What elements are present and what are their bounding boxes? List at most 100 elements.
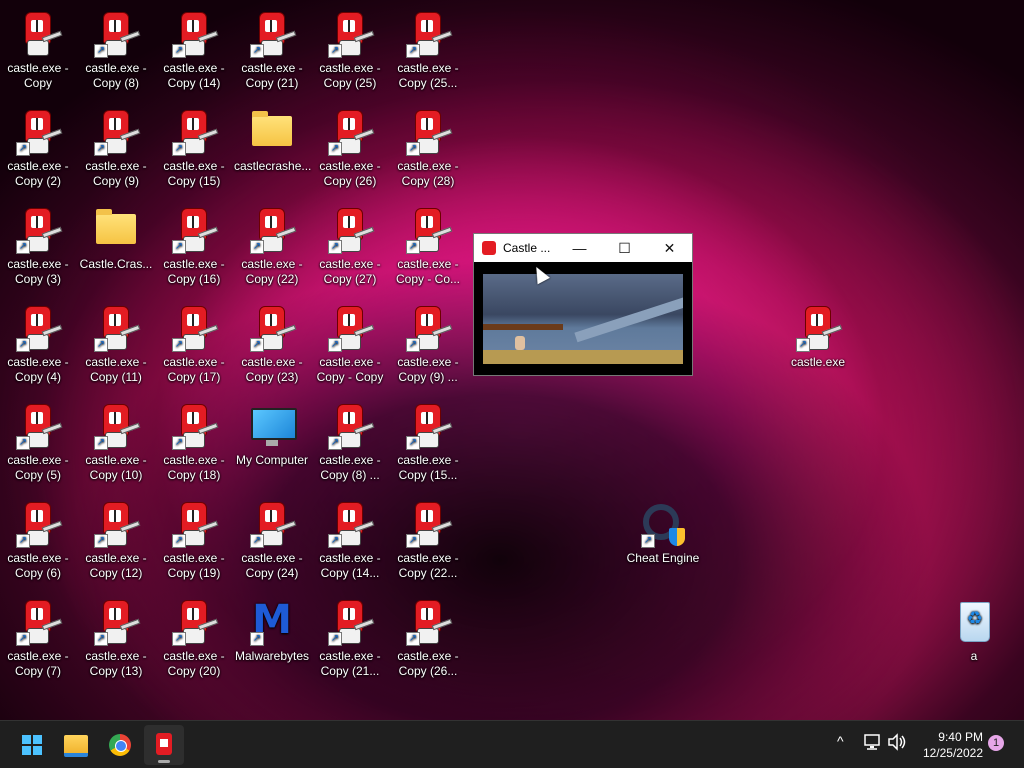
desktop-icon-castle[interactable]: ↗ castle.exe - Copy (9) <box>78 102 154 189</box>
desktop-icon-castle[interactable]: ↗ castle.exe - Copy (17) <box>156 298 232 385</box>
castle-knight-icon: ↗ <box>404 10 453 58</box>
desktop-icon-castle[interactable]: ↗ castle.exe - Copy (25) <box>312 4 388 91</box>
volume-icon[interactable] <box>887 733 907 756</box>
desktop-icon-castle[interactable]: ↗ castle.exe - Copy (13) <box>78 592 154 679</box>
desktop-icon-castle[interactable]: ↗ castle.exe - Copy (26... <box>390 592 466 679</box>
show-hidden-icons-chevron-icon[interactable]: ^ <box>837 733 844 749</box>
clock[interactable]: 9:40 PM 12/25/2022 <box>905 729 983 761</box>
desktop-icon-label: castle.exe - Copy (20) <box>163 649 225 678</box>
desktop-icon-castle[interactable]: ↗ castle.exe - Copy (14... <box>312 494 388 581</box>
castle-knight-icon: ↗ <box>92 402 141 450</box>
desktop-icon-label: castle.exe - Copy (23) <box>241 355 303 384</box>
desktop-icon-castle[interactable]: ↗ castle.exe - Copy (24) <box>234 494 310 581</box>
castle-knight-icon: ↗ <box>248 206 297 254</box>
folder-icon <box>92 206 140 254</box>
desktop-icon-castle[interactable]: ↗ castle.exe - Copy (19) <box>156 494 232 581</box>
desktop-icon-label: castle.exe - Copy (10) <box>85 453 147 482</box>
desktop-icon-label: castle.exe - Copy (28) <box>397 159 459 188</box>
castle-knight-icon: ↗ <box>170 402 219 450</box>
castle-knight-icon: ↗ <box>326 304 375 352</box>
desktop-icon-castle[interactable]: ↗ castle.exe - Copy (25... <box>390 4 466 91</box>
castle-knight-icon: ↗ <box>404 402 453 450</box>
desktop-icon-folder[interactable]: castlecrashe... <box>234 102 311 174</box>
minimize-button[interactable]: — <box>557 240 602 256</box>
desktop-icon-castle[interactable]: ↗ castle.exe - Copy (15) <box>156 102 232 189</box>
desktop-icon-castle[interactable]: ↗ castle.exe - Copy - Copy <box>312 298 388 385</box>
desktop-icon-castle[interactable]: ↗ castle.exe - Copy - Co... <box>390 200 466 287</box>
chrome-button[interactable] <box>100 725 140 765</box>
desktop-icon-castle[interactable]: ↗ castle.exe - Copy (18) <box>156 396 232 483</box>
shortcut-arrow-icon: ↗ <box>16 632 30 646</box>
desktop-icon-castle[interactable]: ↗ castle.exe - Copy (21) <box>234 4 310 91</box>
castle-knight-icon: ↗ <box>170 206 219 254</box>
desktop-icon-castle[interactable]: ↗ castle.exe - Copy (14) <box>156 4 232 91</box>
desktop-icon-label: Malwarebytes <box>234 649 310 663</box>
desktop-icon-castle[interactable]: ↗ castle.exe - Copy (2) <box>0 102 76 189</box>
notification-badge[interactable]: 1 <box>988 735 1004 751</box>
desktop-icon-malwarebytes[interactable]: M ↗ Malwarebytes <box>234 592 310 664</box>
shortcut-arrow-icon: ↗ <box>406 240 420 254</box>
desktop-icon-castle[interactable]: ↗ castle.exe - Copy (26) <box>312 102 388 189</box>
castle-knight-icon: ↗ <box>326 402 375 450</box>
desktop-icon-folder[interactable]: Castle.Cras... <box>78 200 154 272</box>
shortcut-arrow-icon: ↗ <box>94 44 108 58</box>
castle-knight-icon: ↗ <box>404 206 453 254</box>
shortcut-arrow-icon: ↗ <box>94 534 108 548</box>
desktop-icon-castle[interactable]: ↗ castle.exe - Copy (11) <box>78 298 154 385</box>
desktop-icon-bin[interactable]: ♻ a <box>936 592 1012 664</box>
desktop-icon-castle[interactable]: ↗ castle.exe - Copy (7) <box>0 592 76 679</box>
desktop-icon-label: castle.exe - Copy (17) <box>163 355 225 384</box>
desktop-icon-castle[interactable]: castle.exe - Copy <box>0 4 76 91</box>
castle-game-window[interactable]: Castle ... — ☐ ✕ <box>473 233 693 376</box>
desktop-icon-castle[interactable]: ↗ castle.exe - Copy (22... <box>390 494 466 581</box>
desktop-icon-castle[interactable]: ↗ castle.exe - Copy (23) <box>234 298 310 385</box>
desktop-icon-label: castle.exe - Copy (13) <box>85 649 147 678</box>
castle-knight-icon: ↗ <box>170 598 219 646</box>
desktop-icon-label: castle.exe - Copy (8) ... <box>319 453 381 482</box>
desktop-icon-castle[interactable]: ↗ castle.exe - Copy (6) <box>0 494 76 581</box>
desktop-icon-label: castle.exe - Copy (22... <box>397 551 459 580</box>
castle-knight-icon <box>156 733 172 755</box>
window-title: Castle ... <box>503 241 551 255</box>
desktop-icon-castle[interactable]: ↗ castle.exe - Copy (20) <box>156 592 232 679</box>
desktop-icon-castle[interactable]: ↗ castle.exe - Copy (16) <box>156 200 232 287</box>
desktop-icon-castle[interactable]: ↗ castle.exe - Copy (10) <box>78 396 154 483</box>
shortcut-arrow-icon: ↗ <box>328 142 342 156</box>
network-icon[interactable] <box>862 733 882 756</box>
castle-knight-icon: ↗ <box>92 10 141 58</box>
castle-knight-icon: ↗ <box>326 206 375 254</box>
desktop-icon-castle[interactable]: ↗ castle.exe - Copy (8) ... <box>312 396 388 483</box>
castle-knight-icon: ↗ <box>14 500 63 548</box>
desktop-icon-castle[interactable]: ↗ castle.exe - Copy (27) <box>312 200 388 287</box>
castle-taskbar-button[interactable] <box>144 725 184 765</box>
desktop-icon-castle[interactable]: ↗ castle.exe - Copy (22) <box>234 200 310 287</box>
desktop-icon-label: castle.exe - Copy - Co... <box>395 257 461 286</box>
desktop-icon-castle[interactable]: ↗ castle.exe <box>780 298 856 370</box>
malwarebytes-icon: M ↗ <box>248 598 296 646</box>
shortcut-arrow-icon: ↗ <box>250 44 264 58</box>
desktop-icon-castle[interactable]: ↗ castle.exe - Copy (12) <box>78 494 154 581</box>
file-explorer-button[interactable] <box>56 725 96 765</box>
castle-knight-icon: ↗ <box>170 304 219 352</box>
desktop-icon-castle[interactable]: ↗ castle.exe - Copy (4) <box>0 298 76 385</box>
start-button[interactable] <box>12 725 52 765</box>
desktop-icon-label: castle.exe - Copy (25... <box>397 61 459 90</box>
desktop-icon-castle[interactable]: ↗ castle.exe - Copy (15... <box>390 396 466 483</box>
desktop-icon-castle[interactable]: ↗ castle.exe - Copy (9) ... <box>390 298 466 385</box>
desktop-icon-castle[interactable]: ↗ castle.exe - Copy (28) <box>390 102 466 189</box>
desktop-icon-castle[interactable]: ↗ castle.exe - Copy (5) <box>0 396 76 483</box>
maximize-button[interactable]: ☐ <box>602 240 647 257</box>
castle-knight-icon: ↗ <box>92 108 141 156</box>
castle-knight-icon: ↗ <box>170 10 219 58</box>
close-button[interactable]: ✕ <box>647 240 692 257</box>
shortcut-arrow-icon: ↗ <box>172 436 186 450</box>
shortcut-arrow-icon: ↗ <box>16 436 30 450</box>
window-titlebar[interactable]: Castle ... — ☐ ✕ <box>474 234 692 262</box>
desktop-icon-castle[interactable]: ↗ castle.exe - Copy (3) <box>0 200 76 287</box>
desktop-icon-castle[interactable]: ↗ castle.exe - Copy (21... <box>312 592 388 679</box>
desktop-icon-computer[interactable]: My Computer <box>234 396 310 468</box>
desktop-icon-cheatengine[interactable]: ↗ Cheat Engine <box>625 494 701 566</box>
desktop-icon-castle[interactable]: ↗ castle.exe - Copy (8) <box>78 4 154 91</box>
game-viewport[interactable] <box>483 274 683 364</box>
recycle-bin-icon: ♻ <box>950 598 998 646</box>
